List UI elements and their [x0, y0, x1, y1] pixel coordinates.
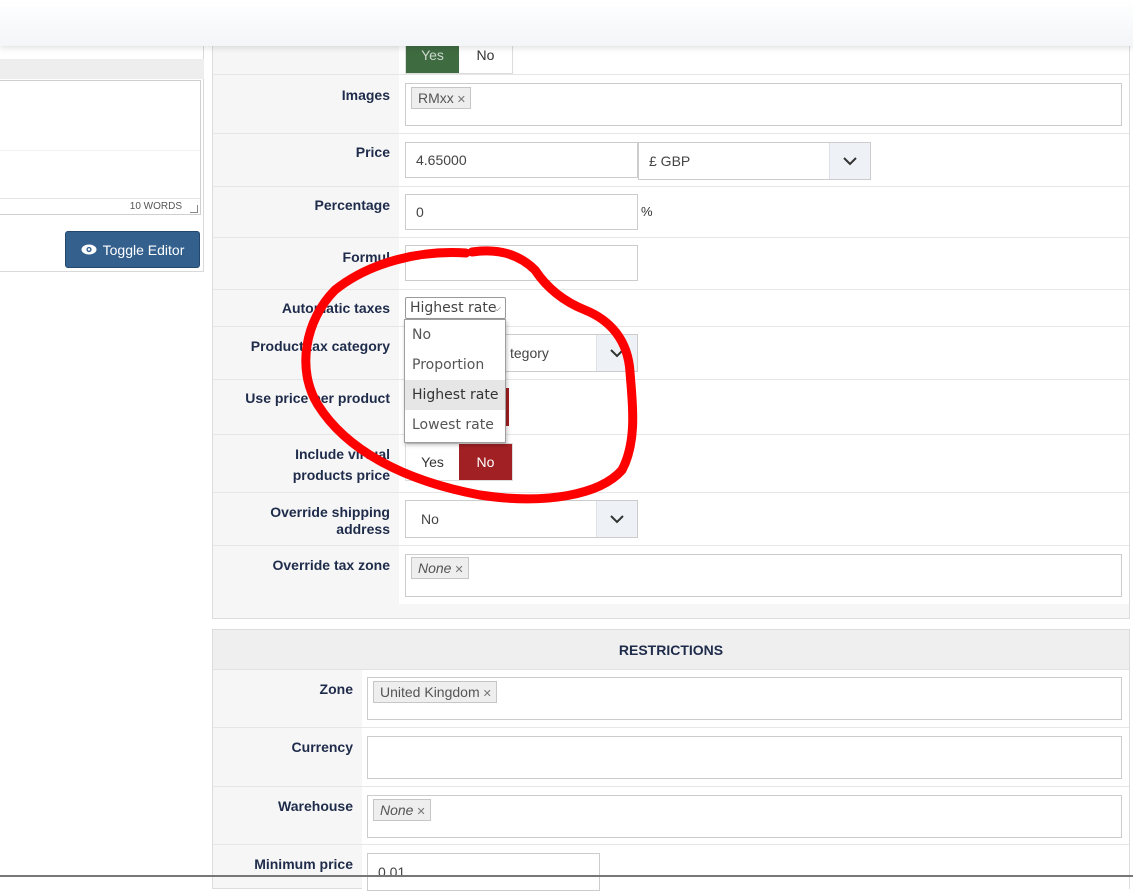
- images-select[interactable]: RMxx ✕: [405, 83, 1122, 126]
- use-price-per-product-label: Use price per product: [213, 380, 398, 434]
- dropdown-option-lowest-rate[interactable]: Lowest rate: [405, 410, 505, 440]
- images-label: Images: [213, 75, 398, 133]
- remove-tag-icon[interactable]: ✕: [454, 564, 463, 576]
- dropdown-option-proportion[interactable]: Proportion: [405, 350, 505, 380]
- form-row-percentage: Percentage 0 %: [213, 187, 1129, 238]
- percentage-input[interactable]: 0: [405, 194, 638, 230]
- include-virtual-toggle[interactable]: Yes No: [405, 443, 513, 481]
- restrictions-panel: RESTRICTIONS Zone United Kingdom ✕ Curren…: [212, 629, 1130, 895]
- minimum-price-label: Minimum price: [254, 856, 353, 872]
- editor-toolbar: [0, 59, 204, 79]
- form-row-override-shipping: Override shipping address No: [213, 493, 1129, 546]
- chevron-down-icon: [596, 335, 637, 371]
- dropdown-option-highest-rate[interactable]: Highest rate: [405, 380, 505, 410]
- rich-text-editor[interactable]: [0, 80, 201, 215]
- zone-tag: United Kingdom ✕: [373, 681, 497, 703]
- word-count: 10 WORDS: [129, 201, 182, 212]
- warehouse-tag: None ✕: [373, 799, 431, 821]
- description-editor-panel: 10 WORDS Toggle Editor: [0, 46, 204, 272]
- restrictions-row-currency: Currency: [213, 728, 1129, 787]
- zone-label: Zone: [319, 681, 353, 697]
- product-tax-category-label: Product tax category: [213, 327, 398, 379]
- automatic-taxes-label: Automatic taxes: [213, 290, 398, 326]
- minimum-price-input[interactable]: 0.01: [367, 853, 600, 891]
- price-settings-form: Yes No Images RMxx✕ Price 4.65000 £ GBP: [212, 36, 1130, 619]
- formula-input[interactable]: [405, 245, 638, 281]
- chevron-down-icon: [596, 501, 637, 537]
- tax-zone-select[interactable]: None ✕: [405, 554, 1122, 597]
- restrictions-title: RESTRICTIONS: [213, 630, 1129, 670]
- toggle-editor-label: Toggle Editor: [102, 241, 185, 258]
- form-row-images: Images RMxx ✕: [213, 75, 1129, 134]
- restrictions-row-minimum-price: Minimum price 0.01: [213, 845, 1129, 895]
- currency-restriction-select[interactable]: [367, 736, 1122, 779]
- price-label: Price: [213, 134, 398, 186]
- remove-tag-icon[interactable]: ✕: [416, 806, 425, 818]
- restrictions-row-warehouse: Warehouse None ✕: [213, 787, 1129, 845]
- remove-tag-icon[interactable]: ✕: [457, 94, 466, 106]
- currency-select[interactable]: £ GBP: [638, 142, 871, 180]
- form-row-product-tax-category: Product tax category tegory: [213, 327, 1129, 380]
- top-header-bar: [0, 0, 1133, 46]
- image-tag: RMxx ✕: [411, 87, 471, 109]
- form-row-automatic-taxes: Automatic taxes: [213, 290, 1129, 327]
- automatic-taxes-select[interactable]: Highest rate ⌵: [405, 297, 506, 319]
- warehouse-select[interactable]: None ✕: [367, 795, 1122, 838]
- form-row-formula: Formul: [213, 238, 1129, 290]
- resize-handle-icon[interactable]: [190, 205, 198, 213]
- form-row-price: Price 4.65000 £ GBP: [213, 134, 1129, 187]
- zone-select[interactable]: United Kingdom ✕: [367, 677, 1122, 720]
- percentage-label: Percentage: [213, 187, 398, 237]
- form-row-include-virtual: Include virtual products price Yes No: [213, 435, 1129, 493]
- remove-tag-icon[interactable]: ✕: [483, 688, 492, 700]
- eye-icon: [81, 244, 97, 255]
- chevron-down-icon: ⌵: [493, 303, 501, 314]
- override-shipping-label: Override shipping address: [213, 493, 398, 545]
- toggle-editor-button[interactable]: Toggle Editor: [65, 231, 200, 268]
- yes-option[interactable]: Yes: [406, 444, 459, 480]
- tax-zone-tag: None ✕: [411, 557, 469, 579]
- automatic-taxes-dropdown: No Proportion Highest rate Lowest rate: [404, 319, 506, 443]
- restrictions-row-zone: Zone United Kingdom ✕: [213, 670, 1129, 728]
- price-input[interactable]: 4.65000: [405, 142, 638, 178]
- formula-label: Formul: [342, 249, 390, 265]
- include-virtual-label-2: products price: [292, 467, 390, 483]
- warehouse-label: Warehouse: [278, 798, 353, 814]
- chevron-down-icon: [829, 143, 870, 179]
- override-tax-zone-label: Override tax zone: [213, 546, 398, 604]
- form-row-override-tax-zone: Override tax zone None ✕: [213, 546, 1129, 604]
- currency-label: Currency: [291, 739, 353, 755]
- no-option[interactable]: No: [459, 444, 512, 480]
- form-row-top-toggle: Yes No: [213, 36, 1129, 75]
- form-row-use-price-per-product: Use price per product: [213, 380, 1129, 435]
- editor-status-bar: 10 WORDS: [0, 198, 200, 215]
- editor-text-line: [0, 150, 200, 151]
- override-shipping-select[interactable]: No: [405, 500, 638, 538]
- include-virtual-label-1: Include virtual: [295, 446, 390, 462]
- percent-sign: %: [641, 204, 653, 219]
- dropdown-option-no[interactable]: No: [405, 320, 505, 350]
